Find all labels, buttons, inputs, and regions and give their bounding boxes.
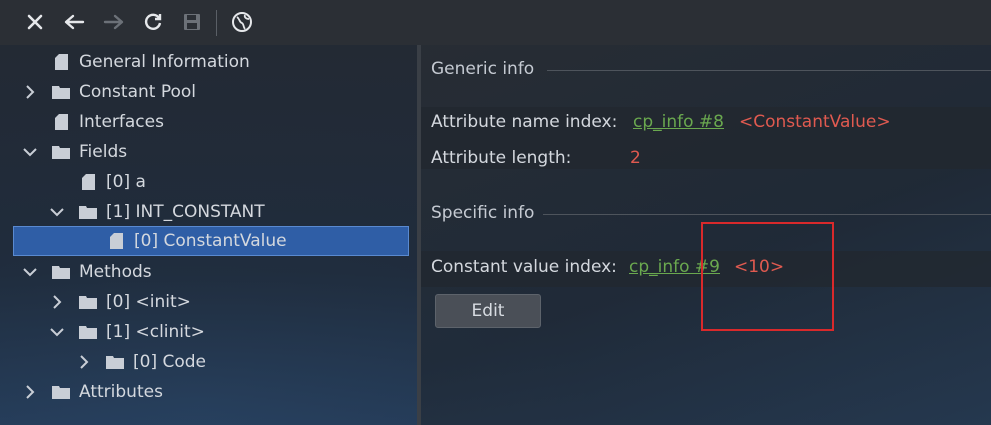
refresh-icon[interactable] xyxy=(140,8,166,36)
tree-item-label: [0] ConstantValue xyxy=(134,231,287,251)
tree-item-label: Fields xyxy=(79,142,128,162)
folder-icon xyxy=(79,324,97,340)
chevron-right-icon[interactable] xyxy=(22,384,38,400)
chevron-right-icon[interactable] xyxy=(49,294,65,310)
tree-item-constant-pool[interactable]: Constant Pool xyxy=(22,77,196,107)
tree-item-attributes[interactable]: Attributes xyxy=(22,377,163,407)
tree-item-method-clinit[interactable]: [1] <clinit> xyxy=(49,317,205,347)
globe-icon[interactable] xyxy=(229,8,255,36)
tree-item-code[interactable]: [0] Code xyxy=(76,347,206,377)
tree-item-constant-value[interactable]: [0] ConstantValue xyxy=(13,226,409,256)
folder-icon xyxy=(52,84,70,100)
folder-icon xyxy=(79,204,97,220)
tree-item-field-a[interactable]: [0] a xyxy=(49,167,146,197)
edit-button[interactable]: Edit xyxy=(435,294,541,328)
generic-info-title: Generic info xyxy=(431,59,535,79)
chevron-down-icon[interactable] xyxy=(49,204,65,220)
tree-item-label: [0] a xyxy=(106,172,146,192)
tree-item-interfaces[interactable]: Interfaces xyxy=(22,107,164,137)
tree-item-label: General Information xyxy=(79,52,250,72)
attribute-length-value: 2 xyxy=(630,148,641,168)
tree-item-label: [0] Code xyxy=(133,352,207,372)
tree-item-label: Constant Pool xyxy=(79,82,196,102)
tree-item-label: [1] INT_CONSTANT xyxy=(106,202,265,222)
file-icon xyxy=(107,233,125,249)
tree-item-label: Methods xyxy=(79,262,152,282)
forward-arrow-icon[interactable] xyxy=(101,8,127,36)
attribute-name-index-link[interactable]: cp_info #8 xyxy=(633,112,724,132)
folder-icon xyxy=(79,294,97,310)
tree-item-label: [0] <init> xyxy=(106,292,191,312)
annotation-highlight-box xyxy=(701,222,834,331)
tree-item-label: [1] <clinit> xyxy=(106,322,205,342)
chevron-down-icon[interactable] xyxy=(49,324,65,340)
toolbar xyxy=(0,0,991,45)
section-divider xyxy=(543,214,991,215)
tree-item-method-init[interactable]: [0] <init> xyxy=(49,287,191,317)
attribute-name-index-label: Attribute name index: xyxy=(431,112,618,132)
folder-icon xyxy=(52,264,70,280)
chevron-down-icon[interactable] xyxy=(22,264,38,280)
section-divider xyxy=(547,70,991,71)
chevron-down-icon[interactable] xyxy=(22,144,38,160)
save-icon[interactable] xyxy=(179,8,205,36)
tree-item-field-int-constant[interactable]: [1] INT_CONSTANT xyxy=(49,197,265,227)
close-icon[interactable] xyxy=(22,8,48,36)
tree-item-label: Attributes xyxy=(79,382,163,402)
file-icon xyxy=(52,54,70,70)
folder-icon xyxy=(106,354,124,370)
file-icon xyxy=(79,174,97,190)
attribute-name-value: <ConstantValue> xyxy=(739,112,891,132)
toolbar-separator xyxy=(216,10,217,36)
attribute-length-label: Attribute length: xyxy=(431,148,572,168)
tree-item-label: Interfaces xyxy=(79,112,164,132)
folder-icon xyxy=(52,144,70,160)
class-structure-tree: General Information Constant Pool Interf… xyxy=(0,45,417,425)
tree-item-fields[interactable]: Fields xyxy=(22,137,127,167)
chevron-right-icon[interactable] xyxy=(22,84,38,100)
tree-item-general-information[interactable]: General Information xyxy=(22,47,250,77)
file-icon xyxy=(52,114,70,130)
folder-icon xyxy=(52,384,70,400)
chevron-right-icon[interactable] xyxy=(76,354,92,370)
tree-item-methods[interactable]: Methods xyxy=(22,257,152,287)
specific-info-title: Specific info xyxy=(431,203,535,223)
constant-value-index-label: Constant value index: xyxy=(431,257,617,277)
back-arrow-icon[interactable] xyxy=(61,8,87,36)
